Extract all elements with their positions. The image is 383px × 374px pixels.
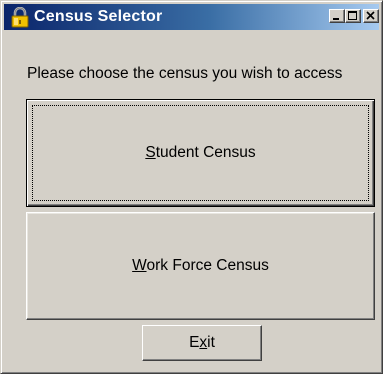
title-bar[interactable]: Census Selector [4, 4, 379, 30]
close-icon [366, 11, 375, 20]
instruction-label: Please choose the census you wish to acc… [27, 65, 343, 82]
minimize-icon [333, 18, 339, 20]
maximize-icon [348, 11, 357, 20]
student-census-button[interactable]: Student Census [26, 99, 375, 207]
minimize-button[interactable] [329, 9, 345, 23]
maximize-button[interactable] [345, 9, 361, 23]
student-census-label: Student Census [145, 144, 256, 161]
work-force-census-label: Work Force Census [132, 257, 269, 274]
window-title: Census Selector [34, 8, 163, 25]
exit-label: Exit [189, 334, 215, 351]
work-force-census-button[interactable]: Work Force Census [26, 212, 375, 320]
lock-icon [11, 7, 29, 28]
close-button[interactable] [363, 9, 379, 23]
exit-button[interactable]: Exit [142, 325, 262, 361]
census-selector-window: Census Selector Please choose the census… [0, 0, 383, 374]
